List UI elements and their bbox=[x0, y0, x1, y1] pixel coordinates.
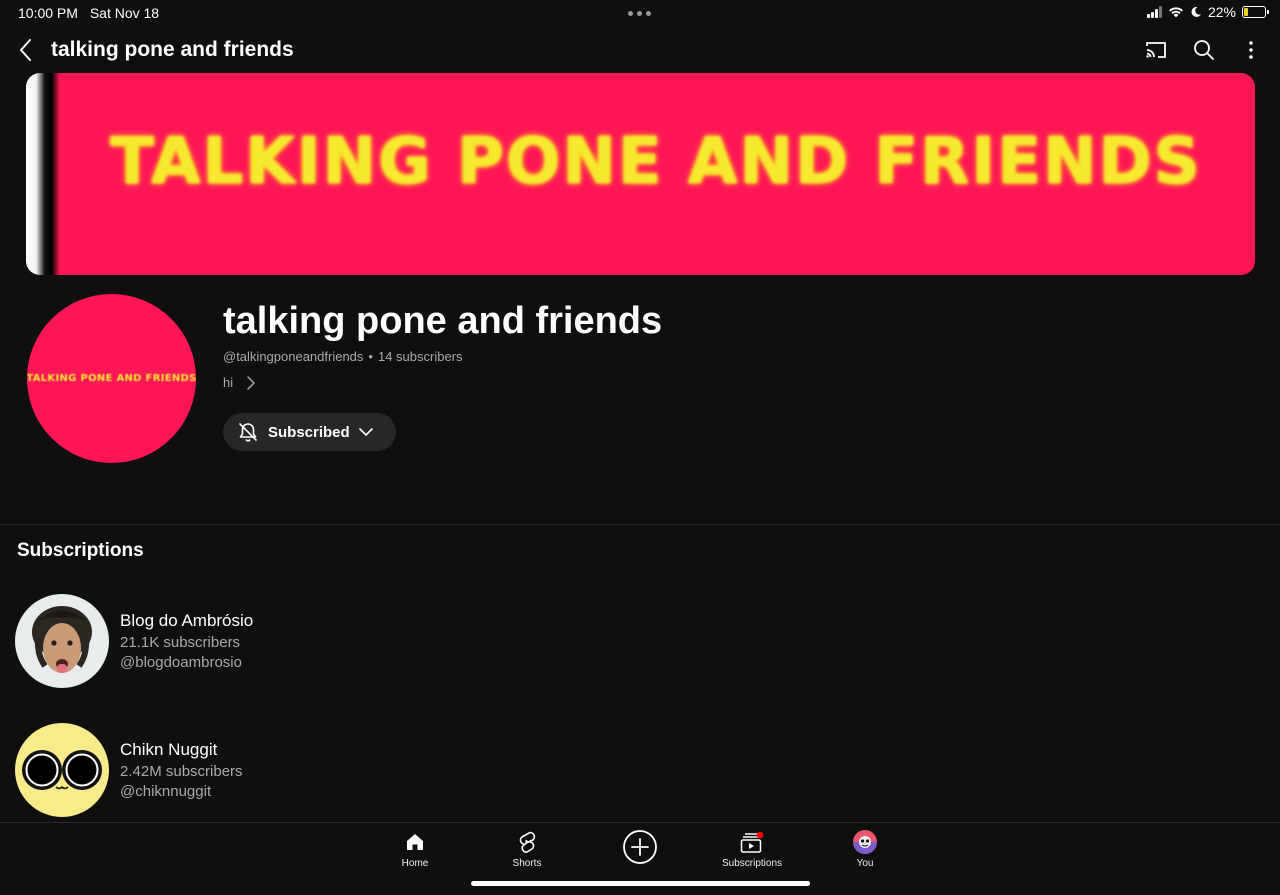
channel-avatar[interactable]: TALKING PONE AND FRIENDS bbox=[27, 294, 196, 463]
chevron-down-icon bbox=[358, 428, 373, 436]
section-divider bbox=[0, 524, 1280, 525]
nav-subscriptions-label: Subscriptions bbox=[721, 858, 783, 869]
more-options-button[interactable] bbox=[1237, 36, 1265, 64]
nav-you[interactable]: You bbox=[820, 829, 910, 873]
home-indicator[interactable] bbox=[471, 881, 810, 886]
multitasking-dots-icon[interactable] bbox=[628, 11, 651, 16]
subscription-avatar bbox=[15, 723, 109, 817]
status-date: Sat Nov 18 bbox=[89, 5, 160, 21]
back-button[interactable] bbox=[14, 36, 38, 64]
nav-home-label: Home bbox=[401, 858, 429, 869]
shorts-icon bbox=[519, 831, 536, 853]
home-icon bbox=[407, 834, 423, 850]
top-app-bar: talking pone and friends bbox=[0, 30, 1280, 70]
search-button[interactable] bbox=[1190, 36, 1218, 64]
channel-handle: @talkingponeandfriends bbox=[223, 349, 364, 364]
subscription-name: Blog do Ambrósio bbox=[120, 611, 254, 630]
do-not-disturb-moon-icon bbox=[1191, 6, 1201, 17]
subscriptions-icon bbox=[740, 831, 764, 853]
battery-percent: 22% bbox=[1207, 4, 1236, 20]
status-time: 10:00 PM bbox=[18, 5, 78, 21]
channel-description-text: hi bbox=[223, 375, 234, 390]
battery-fill bbox=[1244, 8, 1249, 16]
channel-subscriber-count: 14 subscribers bbox=[377, 349, 463, 364]
meta-separator: • bbox=[368, 349, 373, 364]
subscription-subscriber-count: 21.1K subscribers bbox=[120, 634, 241, 651]
channel-banner: TALKING PONE AND FRIENDS bbox=[26, 73, 1255, 275]
nav-you-label: You bbox=[856, 858, 874, 869]
subscription-handle: @chiknnuggit bbox=[120, 783, 212, 800]
nav-subscriptions[interactable]: Subscriptions bbox=[707, 829, 797, 873]
channel-description[interactable]: hi bbox=[223, 375, 255, 390]
cellular-signal-icon bbox=[1146, 6, 1162, 18]
search-icon bbox=[1194, 40, 1214, 60]
subscription-avatar bbox=[15, 594, 109, 688]
nav-home[interactable]: Home bbox=[370, 829, 460, 873]
nav-shorts-label: Shorts bbox=[512, 858, 542, 869]
channel-avatar-text: TALKING PONE AND FRIENDS bbox=[27, 373, 196, 384]
nav-create[interactable] bbox=[595, 829, 685, 873]
wifi-icon bbox=[1168, 7, 1183, 18]
subscribed-label: Subscribed bbox=[268, 423, 350, 441]
create-plus-icon bbox=[623, 830, 657, 864]
notifications-off-icon bbox=[239, 423, 257, 442]
notification-dot bbox=[756, 831, 764, 839]
you-avatar bbox=[853, 830, 877, 854]
subscriptions-section-title: Subscriptions bbox=[17, 540, 144, 561]
back-chevron-icon bbox=[20, 39, 31, 61]
battery-icon bbox=[1242, 6, 1269, 18]
subscribed-button[interactable]: Subscribed bbox=[223, 413, 396, 451]
cast-button[interactable] bbox=[1142, 36, 1170, 64]
banner-text: TALKING PONE AND FRIENDS bbox=[110, 125, 1202, 199]
nav-shorts[interactable]: Shorts bbox=[482, 829, 572, 873]
subscription-handle: @blogdoambrosio bbox=[120, 654, 242, 671]
app-bar-title: talking pone and friends bbox=[51, 38, 294, 61]
subscription-subscriber-count: 2.42M subscribers bbox=[120, 763, 243, 780]
channel-name: talking pone and friends bbox=[223, 300, 663, 342]
chevron-right-icon bbox=[247, 375, 255, 390]
status-time-date: 10:00 PM Sat Nov 18 bbox=[18, 5, 167, 21]
subscription-item[interactable]: Blog do Ambrósio 21.1K subscribers @blog… bbox=[15, 594, 615, 690]
channel-meta: @talkingponeandfriends • 14 subscribers bbox=[223, 349, 463, 364]
more-vert-icon bbox=[1249, 41, 1253, 59]
cast-icon bbox=[1146, 42, 1166, 58]
status-indicators: 22% bbox=[1146, 4, 1269, 20]
subscription-name: Chikn Nuggit bbox=[120, 740, 218, 759]
subscription-item[interactable]: Chikn Nuggit 2.42M subscribers @chiknnug… bbox=[15, 723, 615, 819]
status-bar: 10:00 PM Sat Nov 18 22% bbox=[0, 0, 1280, 26]
banner-edge-decoration bbox=[26, 73, 60, 275]
